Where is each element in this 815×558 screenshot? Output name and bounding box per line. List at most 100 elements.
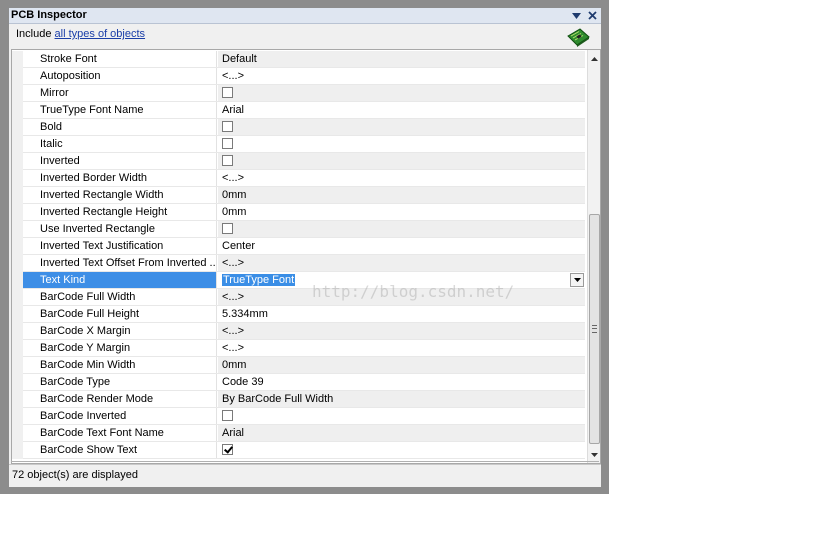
inspector-panel: Include all types of objects Stroke Font… — [9, 24, 601, 487]
property-row[interactable]: Inverted Rectangle Width 0mm — [12, 187, 585, 204]
include-filter: Include all types of objects — [16, 28, 145, 42]
row-gutter — [12, 255, 23, 272]
property-name: Inverted Rectangle Width — [23, 187, 217, 203]
checkbox-checked[interactable] — [222, 443, 233, 455]
property-row[interactable]: Italic — [12, 136, 585, 153]
property-value[interactable] — [218, 119, 585, 135]
property-name: Stroke Font — [23, 51, 217, 67]
property-value[interactable]: Code 39 — [218, 374, 585, 390]
property-row[interactable]: Stroke Font Default — [12, 51, 585, 68]
checkbox[interactable] — [222, 409, 233, 421]
dropdown-button[interactable] — [570, 273, 584, 287]
checkbox[interactable] — [222, 86, 233, 98]
row-gutter — [12, 68, 23, 85]
status-text: 72 object(s) are displayed — [12, 469, 138, 481]
property-name: BarCode Full Width — [23, 289, 217, 305]
property-value[interactable] — [218, 442, 585, 458]
include-types-link[interactable]: all types of objects — [55, 28, 146, 40]
property-row[interactable]: Autoposition <...> — [12, 68, 585, 85]
row-gutter — [12, 374, 23, 391]
property-row[interactable]: Text Kind TrueType Font — [12, 272, 585, 289]
row-gutter — [12, 272, 23, 289]
property-value[interactable] — [218, 136, 585, 152]
property-grid[interactable]: Stroke Font Default Autoposition <...> Mirro… — [11, 49, 601, 464]
row-gutter — [12, 187, 23, 204]
row-gutter — [12, 442, 23, 459]
property-row[interactable]: Inverted Rectangle Height 0mm — [12, 204, 585, 221]
property-row[interactable]: BarCode Render Mode By BarCode Full Width — [12, 391, 585, 408]
property-value[interactable]: TrueType Font — [218, 272, 585, 288]
property-row[interactable]: Bold — [12, 119, 585, 136]
property-name: Italic — [23, 136, 217, 152]
property-value[interactable]: Arial — [218, 425, 585, 441]
property-name: TrueType Font Name — [23, 102, 217, 118]
property-row[interactable]: TrueType Font Name Arial — [12, 102, 585, 119]
property-value[interactable] — [218, 85, 585, 101]
property-name: Inverted Text Justification — [23, 238, 217, 254]
property-name: Use Inverted Rectangle — [23, 221, 217, 237]
include-label: Include — [16, 28, 52, 40]
row-gutter — [12, 153, 23, 170]
property-row[interactable]: BarCode Type Code 39 — [12, 374, 585, 391]
property-value[interactable]: 5.334mm — [218, 306, 585, 322]
property-row[interactable]: BarCode Y Margin <...> — [12, 340, 585, 357]
property-name: BarCode Min Width — [23, 357, 217, 373]
property-value[interactable]: By BarCode Full Width — [218, 391, 585, 407]
property-row[interactable]: Inverted Border Width <...> — [12, 170, 585, 187]
row-gutter — [12, 391, 23, 408]
property-value[interactable]: <...> — [218, 289, 585, 305]
property-value[interactable] — [218, 408, 585, 424]
checkbox[interactable] — [222, 137, 233, 149]
row-gutter — [12, 204, 23, 221]
property-row[interactable]: Inverted — [12, 153, 585, 170]
property-name: Inverted — [23, 153, 217, 169]
dropdown-arrow-icon[interactable] — [569, 8, 583, 23]
checkbox[interactable] — [222, 154, 233, 166]
property-value[interactable]: Default — [218, 51, 585, 67]
property-value[interactable]: 0mm — [218, 204, 585, 220]
scroll-down-icon[interactable] — [588, 448, 600, 461]
property-row[interactable]: BarCode Full Height 5.334mm — [12, 306, 585, 323]
property-row[interactable]: BarCode Min Width 0mm — [12, 357, 585, 374]
property-value[interactable]: <...> — [218, 340, 585, 356]
title-bar[interactable]: PCB Inspector — [9, 8, 601, 24]
property-row[interactable]: BarCode X Margin <...> — [12, 323, 585, 340]
row-gutter — [12, 306, 23, 323]
scrollbar-thumb[interactable] — [589, 214, 600, 444]
property-value[interactable]: Center — [218, 238, 585, 254]
scroll-up-icon[interactable] — [588, 52, 600, 65]
property-row[interactable]: BarCode Inverted — [12, 408, 585, 425]
property-value[interactable]: 0mm — [218, 357, 585, 373]
property-name: BarCode Type — [23, 374, 217, 390]
vertical-scrollbar[interactable] — [587, 50, 600, 463]
property-row[interactable]: Inverted Text Justification Center — [12, 238, 585, 255]
property-name: Autoposition — [23, 68, 217, 84]
row-gutter — [12, 170, 23, 187]
property-value[interactable]: 0mm — [218, 187, 585, 203]
property-row[interactable]: Inverted Text Offset From Inverted ... <.… — [12, 255, 585, 272]
property-value[interactable]: <...> — [218, 68, 585, 84]
property-row[interactable]: BarCode Text Font Name Arial — [12, 425, 585, 442]
property-value[interactable]: <...> — [218, 255, 585, 271]
close-icon[interactable] — [585, 8, 599, 23]
property-name: Inverted Text Offset From Inverted ... — [23, 255, 217, 271]
window-title: PCB Inspector — [11, 9, 87, 21]
property-name: BarCode X Margin — [23, 323, 217, 339]
checkbox[interactable] — [222, 222, 233, 234]
property-row[interactable]: BarCode Show Text — [12, 442, 585, 459]
chevron-down-icon — [573, 278, 581, 282]
property-row[interactable]: Use Inverted Rectangle — [12, 221, 585, 238]
property-name: BarCode Show Text — [23, 442, 217, 458]
property-row[interactable]: BarCode Full Width <...> — [12, 289, 585, 306]
property-value[interactable]: Arial — [218, 102, 585, 118]
property-row[interactable]: Mirror — [12, 85, 585, 102]
property-name: Bold — [23, 119, 217, 135]
row-gutter — [12, 85, 23, 102]
property-value[interactable] — [218, 153, 585, 169]
property-name: BarCode Inverted — [23, 408, 217, 424]
row-gutter — [12, 221, 23, 238]
checkbox[interactable] — [222, 120, 233, 132]
property-value[interactable]: <...> — [218, 323, 585, 339]
property-value[interactable]: <...> — [218, 170, 585, 186]
property-value[interactable] — [218, 221, 585, 237]
